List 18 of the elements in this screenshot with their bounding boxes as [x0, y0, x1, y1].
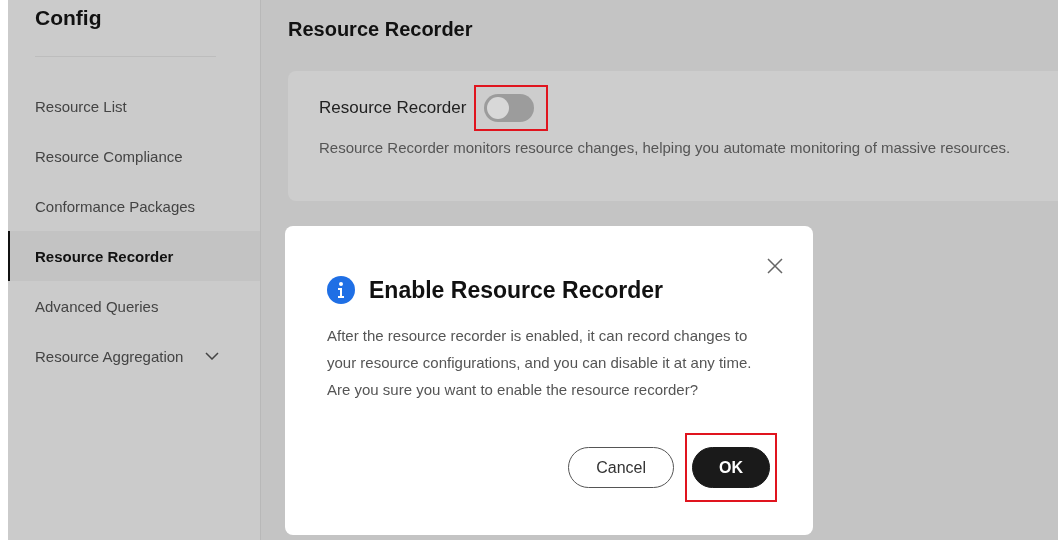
dialog-message: After the resource recorder is enabled, it can record changes to your resource configurations, and you can disable it at any time. Are you sure you want to enable the resource recorder? [327, 326, 753, 400]
close-icon[interactable] [767, 258, 783, 274]
setting-label: Resource Recorder [319, 98, 467, 118]
toggle-switch[interactable] [484, 94, 535, 122]
sidebar-item[interactable]: Resource Recorder [8, 231, 260, 281]
sidebar-item[interactable]: Resource Compliance [8, 131, 260, 181]
sidebar-item[interactable]: Advanced Queries [8, 281, 260, 331]
page-title: Resource Recorder [288, 18, 474, 41]
sidebar-item[interactable]: Resource List [8, 81, 260, 131]
setting-description: Resource Recorder monitors resource changes, helping you automate monitoring of massive resources. [319, 139, 1012, 156]
ok-button[interactable]: OK [692, 447, 770, 488]
cancel-button[interactable]: Cancel [568, 447, 674, 488]
sidebar-title: Config [34, 6, 103, 30]
info-icon [327, 276, 355, 304]
sidebar-item[interactable]: Resource Aggregation [8, 331, 260, 381]
chevron-icon [205, 352, 220, 360]
sidebar-item[interactable]: Conformance Packages [8, 181, 260, 231]
dialog-title: Enable Resource Recorder [369, 276, 663, 304]
